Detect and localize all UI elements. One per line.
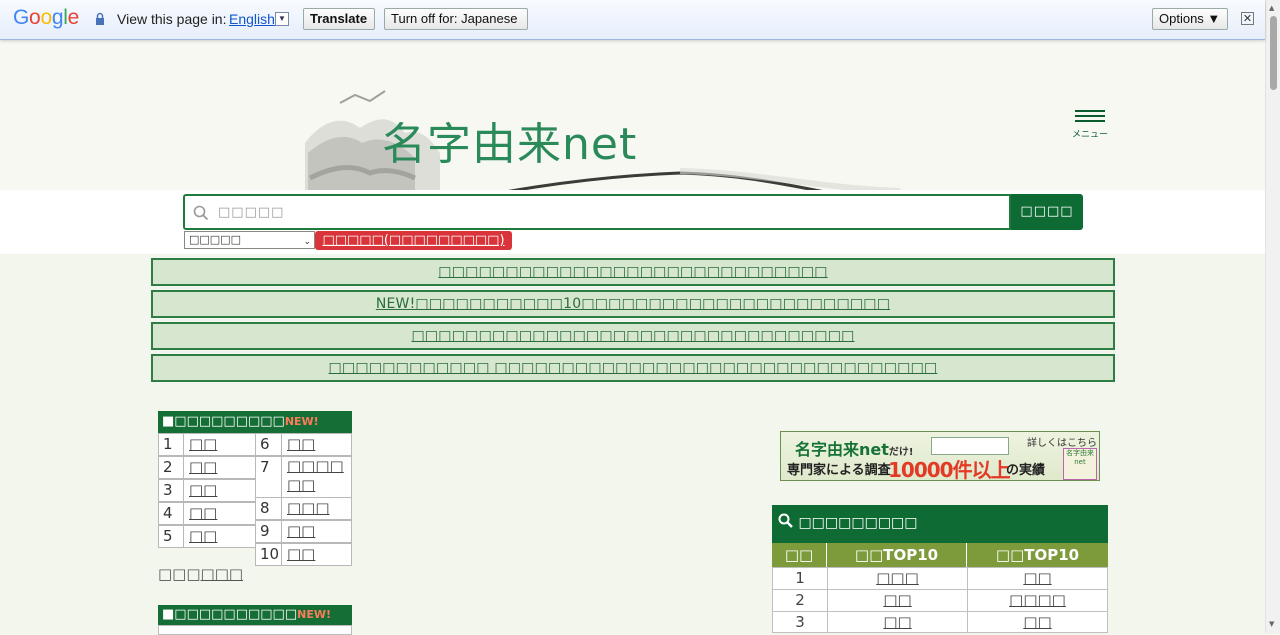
ranking-more-prefix: □□□ [158,565,201,583]
rank-name[interactable]: □□ [827,611,968,633]
banner-title-text: 名字由来net [795,440,889,459]
news-link-4[interactable]: □□□□□□□□□□□□ □□□□□□□□□□□□□□□□□□□□□□□□□□□… [151,354,1115,382]
language-dropdown-icon[interactable]: ▼ [275,12,289,26]
hamburger-icon-line [1075,115,1105,117]
translate-button[interactable]: Translate [303,8,375,30]
col-rank: □□ [772,543,827,567]
rank-num: 5 [158,525,184,548]
hamburger-icon-line [1075,120,1105,122]
news-link-1[interactable]: □□□□□□□□□□□□□□□□□□□□□□□□□□□□□ [151,258,1115,286]
rank-name[interactable]: □□ [967,567,1108,590]
new-badge-2: NEW! [297,608,331,621]
rank-name[interactable]: □□ [281,543,352,566]
rank-name[interactable]: □□ [183,433,256,456]
new-badge: NEW! [284,415,319,428]
language-select[interactable]: English [229,11,275,27]
rank-name[interactable]: □□□ [281,497,352,520]
rank-name[interactable]: □□□□□□ [281,456,352,498]
rank-num: 7 [255,456,282,498]
rank-num: 9 [255,520,282,543]
rank-num: 3 [158,479,184,502]
rank-name[interactable]: □□ [183,456,256,479]
rank-name[interactable]: □□ [281,520,352,543]
search-ranking-title: □□□□□□□□□ [798,515,918,531]
ranking2-title-text: ■□□□□□□□□□□ [162,607,298,622]
rank-name[interactable]: □□□ [827,567,968,590]
rank-name[interactable]: □□□□ [967,589,1108,612]
rank-name[interactable]: □□ [827,589,968,612]
banner-text-b: 10000件以上 [888,458,1011,482]
lock-icon [96,12,104,25]
ranking2-title: ■□□□□□□□□□□NEW! [158,605,352,625]
rank-name[interactable]: □□ [281,433,352,456]
scroll-thumb[interactable] [1270,16,1277,90]
ranking-more-link[interactable]: □□□ [201,565,244,583]
search-placeholder: □□□□□ [218,205,285,220]
hamburger-icon [1075,110,1105,112]
red-link-button[interactable]: □□□□□(□□□□□□□□□) [315,231,512,250]
col-top10-b: □□TOP10 [967,543,1108,567]
rank-num: 10 [255,543,282,566]
translate-prompt: View this page in: [117,11,227,27]
ranking2-row [158,625,352,635]
search-icon [778,513,793,528]
col-top10-a: □□TOP10 [827,543,967,567]
search-input[interactable]: □□□□□ [183,194,1011,230]
banner-seal: 名字由来net [1063,448,1097,480]
promo-banner[interactable]: 名字由来netだけ! 詳しくはこちら 専門家による調査 10000件以上 の実績… [780,431,1100,482]
options-button[interactable]: Options ▼ [1152,8,1228,30]
ranking-title-text: ■□□□□□□□□□ [162,414,285,429]
document-illustration [931,437,1009,455]
rank-num: 1 [158,433,184,456]
rank-name[interactable]: □□ [967,611,1108,633]
translate-bar: Google View this page in: English ▼ Tran… [0,0,1265,40]
rank-num: 2 [772,589,828,612]
ranking-title: ■□□□□□□□□□NEW! [158,411,352,433]
banner-detail: 詳しくはこちら [1027,438,1097,449]
search-ranking-header: □□□□□□□□□ [772,505,1108,543]
search-button[interactable]: □□□□ [1011,194,1083,230]
menu-button[interactable]: メニュー [1072,108,1108,140]
rank-name[interactable]: □□ [183,502,256,525]
chevron-down-icon: ⌄ [303,237,311,247]
ranking-more: □□□□□□ [158,565,243,583]
scrollbar[interactable]: ▲ ▼ [1265,0,1280,633]
news-link-2[interactable]: NEW!□□□□□□□□□□□10□□□□□□□□□□□□□□□□□□□□□□□ [151,290,1115,318]
scroll-down-icon[interactable]: ▼ [1269,620,1274,628]
banner-text-c: の実績 [1006,463,1046,478]
turn-off-button[interactable]: Turn off for: Japanese [384,8,528,30]
news-link-3[interactable]: □□□□□□□□□□□□□□□□□□□□□□□□□□□□□□□□□ [151,322,1115,350]
close-icon[interactable]: ✕ [1241,12,1254,25]
google-logo: Google [13,6,79,29]
rank-num: 4 [158,502,184,525]
rank-name[interactable]: □□ [183,525,256,548]
search-type-select[interactable]: □□□□□ ⌄ [184,231,315,249]
banner-text-a: 専門家による調査 [787,463,891,478]
site-header: 名字由来net メニュー [0,40,1265,225]
scroll-up-icon[interactable]: ▲ [1269,4,1274,12]
rank-num: 2 [158,456,184,479]
search-icon [193,205,209,221]
menu-label: メニュー [1072,130,1109,140]
rank-num: 6 [255,433,282,456]
rank-num: 1 [772,567,828,590]
search-type-value: □□□□□ [189,233,241,246]
site-logo[interactable]: 名字由来net [382,108,637,172]
rank-num: 3 [772,611,828,633]
rank-num: 8 [255,497,282,520]
rank-name[interactable]: □□ [183,479,256,502]
